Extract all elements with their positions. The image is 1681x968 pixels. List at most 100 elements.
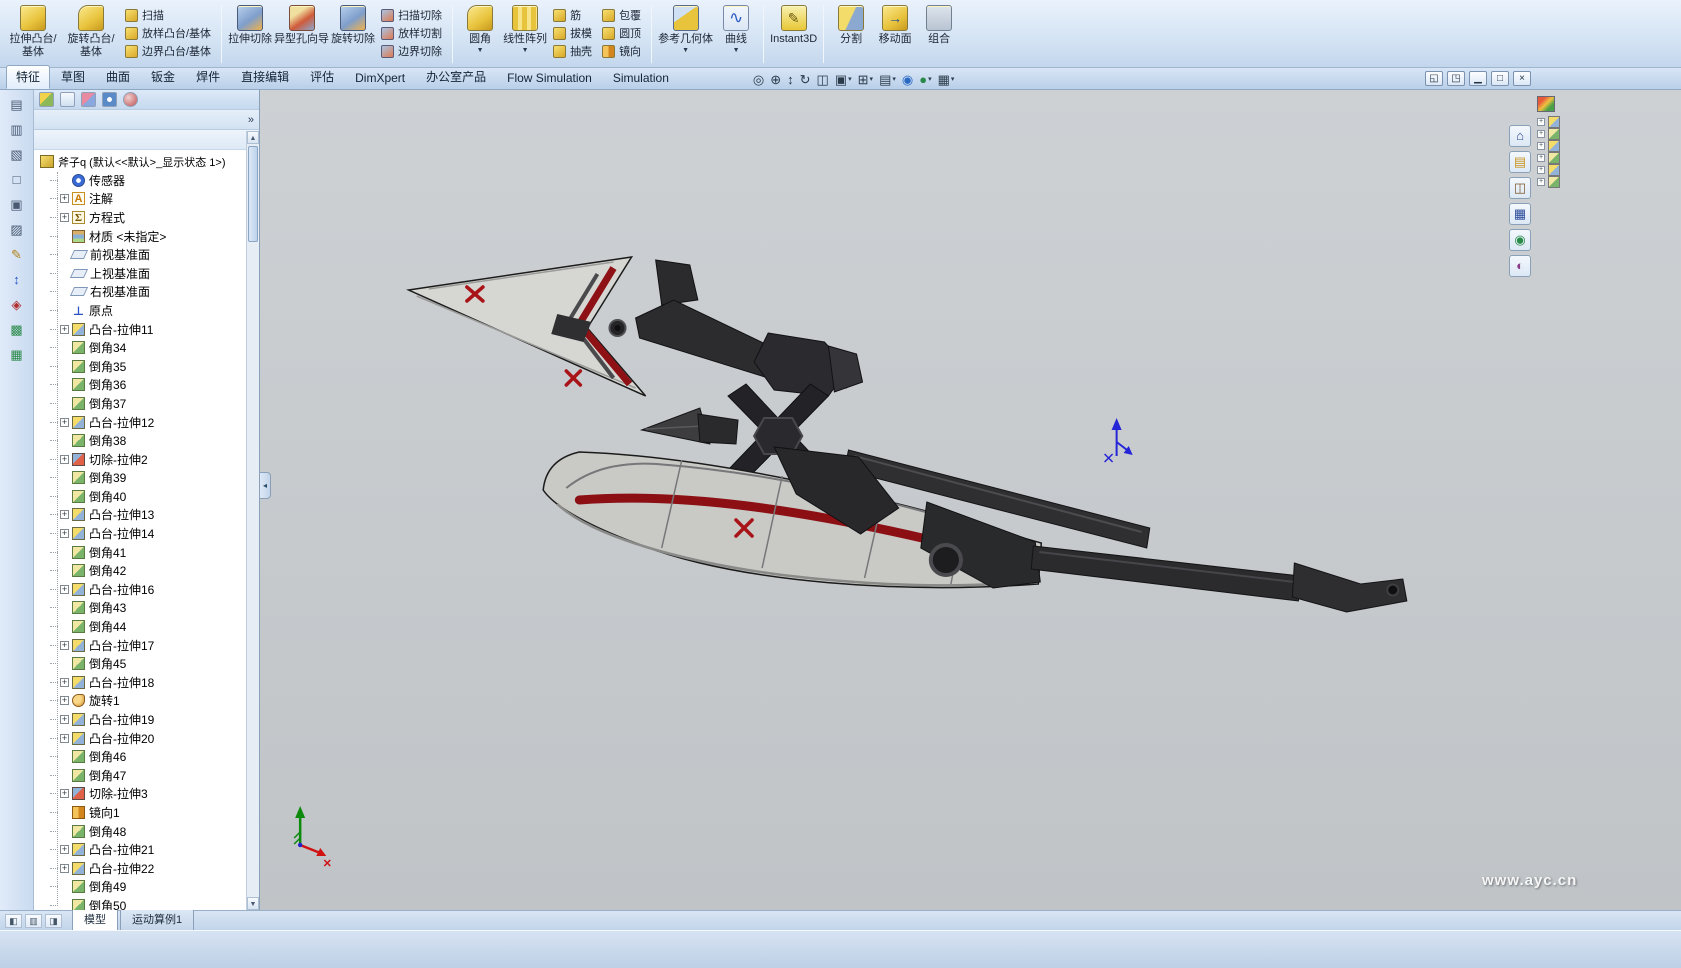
view-palette-tab[interactable]: ▦ (1509, 203, 1531, 225)
feature-tree-item[interactable]: + 前视基准面 (34, 245, 259, 264)
feature-tree-item[interactable]: + 镜向1 (34, 803, 259, 822)
flyout-tree-item[interactable]: + (1537, 116, 1560, 128)
feature-tree-item[interactable]: + 凸台-拉伸14 (34, 524, 259, 543)
study-toolbar-button[interactable]: ▥ (25, 914, 42, 928)
flyout-tree-item[interactable]: + (1537, 140, 1560, 152)
feature-tree-item[interactable]: + 切除-拉伸2 (34, 450, 259, 469)
commandmanager-tab[interactable]: 直接编辑 (231, 65, 299, 89)
feature-tree-item[interactable]: + 凸台-拉伸13 (34, 506, 259, 525)
expand-icon[interactable]: + (1537, 166, 1545, 174)
commandmanager-tab[interactable]: Flow Simulation (497, 68, 602, 89)
feature-tree-item[interactable]: + 凸台-拉伸17 (34, 636, 259, 655)
feature-tree-item[interactable]: + 倒角43 (34, 599, 259, 618)
linear-pattern-button[interactable]: 线性阵列 ▼ (503, 1, 547, 67)
left-toolbar-button[interactable]: ▩ (6, 320, 28, 339)
design-library-tab[interactable]: ▤ (1509, 151, 1531, 173)
swept-cut-button[interactable]: 扫描切除 (377, 6, 446, 24)
feature-tree-item[interactable]: + 传感器 (34, 171, 259, 190)
displaymanager-tab[interactable] (123, 92, 138, 107)
commandmanager-tab[interactable]: 钣金 (141, 65, 185, 89)
expand-icon[interactable]: + (60, 864, 69, 873)
expand-icon[interactable]: + (60, 529, 69, 538)
feature-tree-item[interactable]: + 倒角40 (34, 487, 259, 506)
dome-button[interactable]: 圆顶 (598, 24, 645, 42)
feature-tree-item[interactable]: + 倒角34 (34, 338, 259, 357)
edit-appearance-button[interactable]: ◉ (901, 72, 914, 87)
left-toolbar-button[interactable]: ▦ (6, 345, 28, 364)
feature-tree-item[interactable]: + 凸台-拉伸22 (34, 859, 259, 878)
section-view-button[interactable]: ◫ (816, 72, 830, 87)
flyout-tree-item[interactable]: + (1537, 176, 1560, 188)
mirror-button[interactable]: 镜向 (598, 42, 645, 60)
ribbon-separator[interactable]: ▼ (763, 5, 764, 63)
left-toolbar-button[interactable]: ▤ (6, 95, 28, 114)
commandmanager-tab[interactable]: 曲面 (96, 65, 140, 89)
split-button[interactable]: 分割 ▼ (830, 1, 872, 67)
feature-tree-item[interactable]: + 倒角45 (34, 654, 259, 673)
expand-icon[interactable]: + (60, 325, 69, 334)
study-tab[interactable]: 模型 (72, 908, 118, 930)
feature-tree-item[interactable]: + 倒角42 (34, 561, 259, 580)
expand-icon[interactable]: + (60, 213, 69, 222)
curves-button[interactable]: 曲线 ▼ (715, 1, 757, 67)
file-explorer-tab[interactable]: ◫ (1509, 177, 1531, 199)
feature-tree-item[interactable]: + 方程式 (34, 208, 259, 227)
extruded-boss-base-button[interactable]: 拉伸凸台/基体 ▼ (5, 1, 61, 67)
appearances-tab[interactable]: ◉ (1509, 229, 1531, 251)
feature-tree-item[interactable]: + 凸台-拉伸12 (34, 413, 259, 432)
view-orientation-button[interactable]: ▣ (834, 72, 853, 87)
hole-wizard-button[interactable]: 异型孔向导 ▼ (274, 1, 329, 67)
restore-down-button[interactable]: ◱ (1425, 71, 1443, 86)
display-style-button[interactable]: ⊞ (857, 72, 874, 87)
feature-tree-item[interactable]: + 倒角44 (34, 617, 259, 636)
commandmanager-tab[interactable]: 草图 (51, 65, 95, 89)
expand-icon[interactable]: + (1537, 154, 1545, 162)
draft-button[interactable]: 拔模 (549, 24, 596, 42)
feature-tree-item[interactable]: + 材质 <未指定> (34, 227, 259, 246)
maximize-window-button[interactable]: □ (1491, 71, 1509, 86)
expand-icon[interactable]: + (60, 678, 69, 687)
tile-window-button[interactable]: ◳ (1447, 71, 1465, 86)
custom-properties-tab[interactable]: ◐ (1509, 255, 1531, 277)
feature-tree-item[interactable]: + 倒角35 (34, 357, 259, 376)
expand-icon[interactable]: + (60, 585, 69, 594)
configurationmanager-tab[interactable] (81, 92, 96, 107)
expand-icon[interactable]: + (1537, 178, 1545, 186)
ribbon-separator[interactable]: ▼ (651, 5, 652, 63)
left-toolbar-button[interactable]: ↕ (6, 270, 28, 289)
flyout-tree-item[interactable]: + (1537, 164, 1560, 176)
rib-button[interactable]: 筋 (549, 6, 596, 24)
reference-geometry-button[interactable]: 参考几何体 ▼ (658, 1, 713, 67)
left-toolbar-button[interactable]: ◈ (6, 295, 28, 314)
cut-column[interactable]: ▼ 扫描切除 放样切割 边界切除 (377, 1, 446, 67)
panel-collapse-arrow[interactable]: ◂ (260, 472, 271, 499)
revolved-cut-button[interactable]: 旋转切除 ▼ (331, 1, 375, 67)
feature-tree-item[interactable]: + 右视基准面 (34, 283, 259, 302)
commandmanager-tab[interactable]: Simulation (603, 68, 679, 89)
expand-icon[interactable]: + (60, 845, 69, 854)
instant3d-button[interactable]: Instant3D ▼ (770, 1, 817, 67)
expand-icon[interactable]: + (60, 455, 69, 464)
study-tab[interactable]: 运动算例1 (120, 908, 194, 930)
scroll-down-arrow[interactable]: ▼ (247, 897, 259, 910)
feature-tree-item[interactable]: + 倒角41 (34, 543, 259, 562)
flyout-tree-item[interactable]: + (1537, 128, 1560, 140)
wrap-button[interactable]: 包覆 (598, 6, 645, 24)
graphics-viewport[interactable]: www.ayc.cn ◂ ⌂ ▤ ◫ ▦ ◉ ◐ (260, 90, 1681, 910)
feature-tree-item[interactable]: + 倒角49 (34, 878, 259, 897)
left-toolbar-button[interactable]: ▣ (6, 195, 28, 214)
feature-tree-item[interactable]: + 倒角39 (34, 469, 259, 488)
feature-tree-item[interactable]: + 切除-拉伸3 (34, 785, 259, 804)
dimxpertmanager-tab[interactable] (102, 92, 117, 107)
expand-icon[interactable]: + (1537, 142, 1545, 150)
feature-tree-item[interactable]: + 凸台-拉伸18 (34, 673, 259, 692)
shell-button[interactable]: 抽壳 (549, 42, 596, 60)
expand-icon[interactable]: + (60, 789, 69, 798)
view-settings-button[interactable]: ▦ (937, 72, 956, 87)
feature-tree-item[interactable]: + 注解 (34, 190, 259, 209)
left-toolbar-button[interactable]: ▧ (6, 145, 28, 164)
left-toolbar-button[interactable]: ▥ (6, 120, 28, 139)
zoom-to-area-button[interactable]: ⊕ (769, 72, 782, 87)
flyout-root-icon[interactable] (1537, 96, 1555, 112)
hide-show-items-button[interactable]: ▤ (878, 72, 897, 87)
